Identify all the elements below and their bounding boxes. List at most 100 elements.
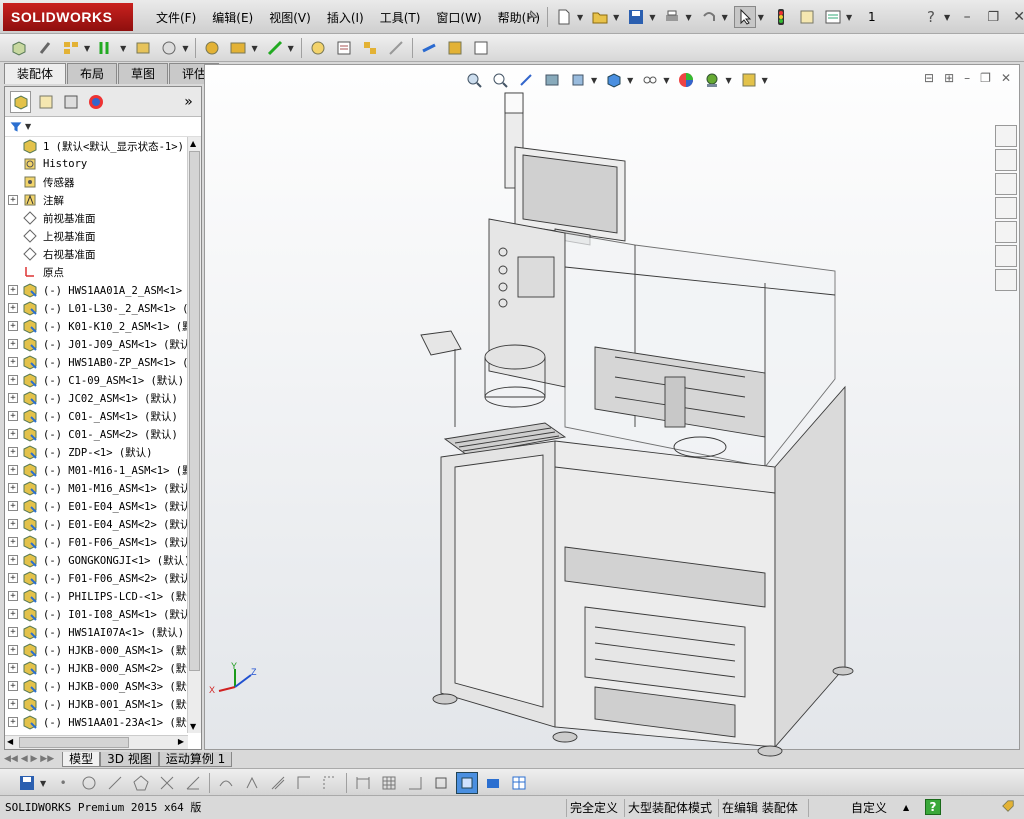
tree-horizontal-scrollbar[interactable]: ◀ ▶ — [5, 735, 188, 749]
reference-geometry-icon[interactable] — [264, 37, 286, 59]
expand-toggle-icon[interactable]: + — [8, 339, 18, 349]
expand-toggle-icon[interactable]: + — [8, 357, 18, 367]
circle-tool-icon[interactable] — [78, 772, 100, 794]
instant3d-icon[interactable] — [418, 37, 440, 59]
assembly-3d-model[interactable] — [415, 87, 855, 757]
tree-vertical-scrollbar[interactable]: ▲ ▼ — [187, 137, 201, 733]
tab-3d-view[interactable]: 3D 视图 — [100, 751, 159, 767]
undo-icon[interactable] — [698, 6, 720, 28]
menu-file[interactable]: 文件(F) — [148, 0, 204, 34]
tree-component-item[interactable]: + (-) E01-E04_ASM<2> (默认 — [5, 515, 188, 533]
expand-toggle-icon[interactable]: + — [8, 699, 18, 709]
smart-fasteners-icon[interactable] — [132, 37, 154, 59]
trim-tool-icon[interactable] — [156, 772, 178, 794]
expand-toggle-icon[interactable]: + — [8, 681, 18, 691]
tab-scroll-arrows[interactable]: ◀◀ ◀ ▶ ▶▶ — [4, 754, 54, 764]
linear-pattern-icon[interactable] — [96, 37, 118, 59]
tree-component-item[interactable]: + (-) K01-K10_2_ASM<1> (默认 — [5, 317, 188, 335]
move-component-icon[interactable] — [158, 37, 180, 59]
tree-component-item[interactable]: + (-) GONGKONGJI<1> (默认) — [5, 551, 188, 569]
solidworks-resources-icon[interactable] — [995, 125, 1017, 147]
mirror-tool-icon[interactable] — [241, 772, 263, 794]
expand-toggle-icon[interactable]: + — [8, 717, 18, 727]
expand-toggle-icon[interactable]: + — [8, 627, 18, 637]
insert-component-icon[interactable] — [8, 37, 30, 59]
graphics-area[interactable]: ▼ ▼ ▼ ▼ ▼ ⊟ ⊞ – ❐ ✕ X Y Z — [204, 64, 1020, 757]
options-icon[interactable] — [822, 6, 844, 28]
grid-icon[interactable] — [378, 772, 400, 794]
tree-component-item[interactable]: + (-) HJKB-000_ASM<2> (默认 — [5, 659, 188, 677]
pin-icon[interactable] — [520, 6, 542, 28]
close-icon[interactable]: ✕ — [1008, 6, 1024, 28]
rebuild-traffic-light-icon[interactable] — [770, 6, 792, 28]
restore-icon[interactable]: ❐ — [982, 6, 1004, 28]
tree-feature-item[interactable]: 上视基准面 — [5, 227, 188, 245]
expand-toggle-icon[interactable]: + — [8, 519, 18, 529]
angle-icon[interactable] — [404, 772, 426, 794]
tree-component-item[interactable]: + (-) HJKB-000_ASM<3> (默认 — [5, 677, 188, 695]
explode-line-sketch-icon[interactable] — [385, 37, 407, 59]
bill-of-materials-icon[interactable] — [333, 37, 355, 59]
expand-tabs-icon[interactable]: » — [178, 91, 199, 113]
tree-feature-item[interactable]: 前视基准面 — [5, 209, 188, 227]
status-units[interactable]: 自定义 — [848, 799, 890, 817]
expand-toggle-icon[interactable]: + — [8, 447, 18, 457]
tree-component-item[interactable]: + (-) HWS1AB0-ZP_ASM<1> (默认 — [5, 353, 188, 371]
component-pattern-icon[interactable] — [60, 37, 82, 59]
centerline-icon[interactable] — [319, 772, 341, 794]
help-icon[interactable]: ? — [920, 6, 942, 28]
file-properties-icon[interactable] — [796, 6, 818, 28]
expand-toggle-icon[interactable]: + — [8, 465, 18, 475]
mate-icon[interactable] — [34, 37, 56, 59]
tree-component-item[interactable]: + (-) HWS1AA01-23A<1> (默认 — [5, 713, 188, 731]
expand-toggle-icon[interactable]: + — [8, 321, 18, 331]
expand-toggle-icon[interactable]: + — [8, 411, 18, 421]
menu-view[interactable]: 视图(V) — [261, 0, 319, 34]
tree-component-item[interactable]: + (-) HWS1AI07A<1> (默认) — [5, 623, 188, 641]
polygon-tool-icon[interactable] — [130, 772, 152, 794]
show-hidden-components-icon[interactable] — [201, 37, 223, 59]
tree-root[interactable]: 1 (默认<默认_显示状态-1>) — [5, 137, 188, 155]
expand-toggle-icon[interactable]: + — [8, 645, 18, 655]
custom-properties-icon[interactable] — [995, 245, 1017, 267]
shaded-cube-icon[interactable] — [456, 772, 479, 794]
tree-feature-item[interactable]: History — [5, 155, 188, 173]
line-tool-icon[interactable] — [104, 772, 126, 794]
convert-entities-icon[interactable] — [267, 772, 289, 794]
table-icon[interactable] — [508, 772, 530, 794]
display-manager-tab-icon[interactable] — [85, 91, 106, 113]
menu-insert[interactable]: 插入(I) — [319, 0, 372, 34]
tree-component-item[interactable]: + (-) ZDP-<1> (默认) — [5, 443, 188, 461]
expand-toggle-icon[interactable]: + — [8, 429, 18, 439]
tree-filter[interactable]: ▼ — [5, 117, 201, 137]
configuration-manager-tab-icon[interactable] — [60, 91, 81, 113]
tab-layout[interactable]: 布局 — [67, 63, 118, 84]
camera-icon[interactable] — [482, 772, 504, 794]
assembly-features-icon[interactable] — [227, 37, 249, 59]
dimension-icon[interactable] — [352, 772, 374, 794]
tree-component-item[interactable]: + (-) HJKB-000_ASM<1> (默认 — [5, 641, 188, 659]
expand-toggle-icon[interactable]: + — [8, 483, 18, 493]
view-palette-icon[interactable] — [995, 197, 1017, 219]
expand-toggle-icon[interactable]: + — [8, 537, 18, 547]
viewport-close-icon[interactable]: ✕ — [1001, 71, 1011, 85]
tree-feature-item[interactable]: 传感器 — [5, 173, 188, 191]
viewport-restore-icon[interactable]: ❐ — [980, 71, 991, 85]
status-help-icon[interactable]: ? — [925, 799, 941, 815]
tree-component-item[interactable]: + (-) M01-M16-1_ASM<1> (默认 — [5, 461, 188, 479]
tree-component-item[interactable]: + (-) JC02_ASM<1> (默认) — [5, 389, 188, 407]
tree-component-item[interactable]: + (-) J01-J09_ASM<1> (默认 — [5, 335, 188, 353]
feature-tree-tab-icon[interactable] — [10, 90, 32, 113]
appearances-icon[interactable] — [995, 221, 1017, 243]
tree-feature-item[interactable]: 右视基准面 — [5, 245, 188, 263]
units-dropdown-icon[interactable]: ▲ — [900, 799, 912, 817]
exploded-view-icon[interactable] — [359, 37, 381, 59]
minimize-icon[interactable]: – — [956, 6, 978, 28]
tree-component-item[interactable]: + (-) C1-09_ASM<1> (默认) — [5, 371, 188, 389]
tree-feature-item[interactable]: + 注解 — [5, 191, 188, 209]
tree-component-item[interactable]: + (-) C01-_ASM<2> (默认) — [5, 425, 188, 443]
tab-assembly[interactable]: 装配体 — [4, 63, 67, 84]
tree-component-item[interactable]: + (-) HWS1AA01A_2_ASM<1> (默认 — [5, 281, 188, 299]
3d-sketch-icon[interactable] — [430, 772, 452, 794]
tree-component-item[interactable]: + (-) PHILIPS-LCD-<1> (默认 — [5, 587, 188, 605]
